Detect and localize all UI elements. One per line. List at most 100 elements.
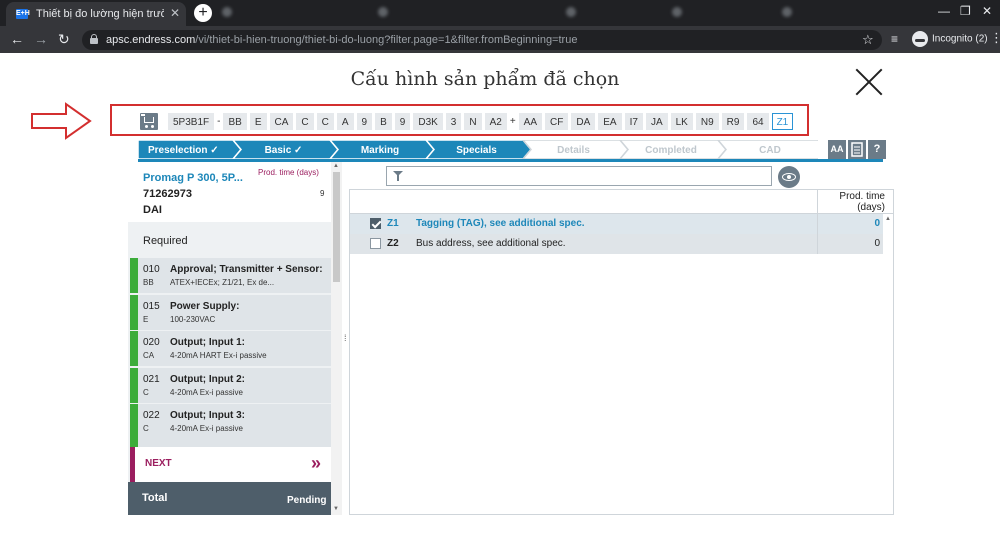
feature-code: C <box>143 387 149 397</box>
double-chevron-right-icon: » <box>311 453 322 473</box>
view-button[interactable] <box>778 166 800 188</box>
feature-name: Output; Input 3: <box>170 410 245 421</box>
code-chip[interactable]: JA <box>645 113 668 130</box>
code-chip[interactable]: A <box>336 113 354 130</box>
column-header-prod-time: Prod. time (days) <box>817 190 893 214</box>
browser-tab-active[interactable]: E+H Thiết bị đo lường hiện trường để ✕ <box>6 2 186 26</box>
row-name: Tagging (TAG), see additional spec. <box>416 218 585 229</box>
code-chip[interactable]: 9 <box>394 113 411 130</box>
close-dialog-icon[interactable] <box>855 68 883 96</box>
step-5[interactable]: Details <box>522 140 629 159</box>
code-chip-main[interactable]: 5P3B1F <box>168 113 215 130</box>
code-chip-selected[interactable]: Z1 <box>771 113 794 130</box>
filter-icon <box>393 171 403 182</box>
checkbox-unchecked[interactable] <box>370 238 381 249</box>
code-chip[interactable]: E <box>249 113 267 130</box>
feature-scrollbar[interactable]: ▲ ▼ <box>331 162 342 515</box>
background-tab[interactable] <box>672 7 772 19</box>
step-4[interactable]: Specials <box>425 140 532 159</box>
background-tab[interactable] <box>378 7 528 19</box>
scroll-thumb[interactable] <box>333 172 340 282</box>
minimize-icon[interactable]: — <box>938 4 950 18</box>
feature-item-partial <box>130 438 331 447</box>
browser-menu-icon[interactable]: ⋮ <box>990 30 1000 46</box>
document-icon[interactable] <box>848 140 866 159</box>
code-chip[interactable]: AA <box>518 113 543 130</box>
maximize-icon[interactable]: ❐ <box>960 4 971 18</box>
code-chip[interactable]: D3K <box>413 113 443 130</box>
feature-item[interactable]: 020 Output; Input 1: CA 4-20mA HART Ex-i pa… <box>130 331 331 366</box>
window-close-icon[interactable]: ✕ <box>982 4 992 18</box>
code-chip[interactable]: CF <box>545 113 569 130</box>
scroll-down-icon[interactable]: ▼ <box>333 506 339 512</box>
scroll-up-icon[interactable]: ▲ <box>333 163 339 169</box>
background-tab[interactable] <box>782 7 882 19</box>
code-chip[interactable]: DA <box>571 113 596 130</box>
feature-code: C <box>143 424 149 433</box>
panel-resize-handle[interactable]: ⁞ <box>344 333 347 343</box>
filter-input[interactable] <box>386 166 772 186</box>
help-button[interactable]: ? <box>868 140 886 159</box>
step-7[interactable]: CAD <box>717 140 818 159</box>
code-chip[interactable]: N <box>464 113 482 130</box>
code-chip[interactable]: 9 <box>356 113 373 130</box>
code-chip[interactable]: R9 <box>721 113 745 130</box>
feature-num: 010 <box>143 264 160 275</box>
step-label: Basic ✓ <box>265 145 303 156</box>
code-chip[interactable]: C <box>296 113 314 130</box>
new-tab-button[interactable]: + <box>194 4 212 22</box>
feature-item[interactable]: 015 Power Supply: E 100-230VAC <box>130 294 331 330</box>
code-chip[interactable]: BB <box>223 113 247 130</box>
table-row[interactable]: Z2 Bus address, see additional spec. 0 <box>350 234 883 254</box>
step-6[interactable]: Completed <box>619 140 727 159</box>
code-separator: - <box>217 116 221 127</box>
code-chip[interactable]: CA <box>269 113 294 130</box>
step-1[interactable]: Preselection ✓ <box>138 140 242 159</box>
required-heading: Required <box>143 235 188 247</box>
next-button[interactable]: NEXT » <box>130 447 331 482</box>
product-name[interactable]: Promag P 300, 5P... <box>143 172 243 184</box>
code-chip[interactable]: I7 <box>624 113 643 130</box>
feature-item[interactable]: 010 Approval; Transmitter + Sensor: BB ATEX… <box>130 258 331 293</box>
total-label: Total <box>142 492 168 504</box>
order-code-chips: 5P3B1F - BB E CA C C A 9 B 9 D3K 3 N A2 + AA CF DA EA I7… <box>168 113 796 130</box>
code-chip[interactable]: 64 <box>747 113 769 130</box>
reading-list-icon[interactable]: ≡ <box>891 32 898 46</box>
step-3[interactable]: Marking <box>329 140 435 159</box>
code-separator: + <box>509 116 516 127</box>
background-tab[interactable] <box>222 7 372 19</box>
feature-value: ATEX+IECEx; Z1/21, Ex de... <box>170 278 275 287</box>
font-size-button[interactable]: AA <box>828 140 846 159</box>
forward-icon[interactable]: → <box>34 31 48 47</box>
code-chip[interactable]: N9 <box>695 113 719 130</box>
cart-button[interactable] <box>140 113 158 130</box>
reload-icon[interactable]: ↻ <box>58 31 70 48</box>
step-label: Preselection ✓ <box>148 145 219 156</box>
incognito-icon <box>912 31 928 47</box>
scroll-up-icon[interactable]: ▲ <box>885 216 891 222</box>
table-scrollbar[interactable]: ▲ <box>883 214 893 514</box>
next-label: NEXT <box>145 458 172 469</box>
step-2[interactable]: Basic ✓ <box>232 140 339 159</box>
code-chip[interactable]: C <box>316 113 334 130</box>
bookmark-star-icon[interactable]: ☆ <box>862 32 874 48</box>
incognito-profile-button[interactable]: Incognito (2) <box>912 31 988 47</box>
order-code-bar: 5P3B1F - BB E CA C C A 9 B 9 D3K 3 N A2 + AA CF DA EA I7… <box>110 104 809 136</box>
table-row[interactable]: Z1 Tagging (TAG), see additional spec. 0 <box>350 214 883 234</box>
code-chip[interactable]: B <box>375 113 392 130</box>
code-chip[interactable]: 3 <box>445 113 462 130</box>
code-chip[interactable]: LK <box>670 113 693 130</box>
feature-value: 100-230VAC <box>170 314 216 324</box>
background-tab[interactable] <box>566 7 656 19</box>
code-chip[interactable]: EA <box>598 113 622 130</box>
tab-close-icon[interactable]: ✕ <box>170 6 180 20</box>
feature-item[interactable]: 022 Output; Input 3: C 4-20mA Ex-i passive <box>130 404 331 439</box>
feature-code: CA <box>143 351 155 360</box>
code-chip[interactable]: A2 <box>484 113 507 130</box>
browser-tab-bar: E+H Thiết bị đo lường hiện trường để ✕ +… <box>0 0 1000 26</box>
back-icon[interactable]: ← <box>10 31 24 47</box>
prod-time-value: 9 <box>320 189 325 198</box>
checkbox-checked[interactable] <box>370 218 381 229</box>
address-bar[interactable]: apsc.endress.com/vi/thiet-bi-hien-truong… <box>82 30 882 50</box>
feature-item[interactable]: 021 Output; Input 2: C 4-20mA Ex-i passive <box>130 367 331 403</box>
